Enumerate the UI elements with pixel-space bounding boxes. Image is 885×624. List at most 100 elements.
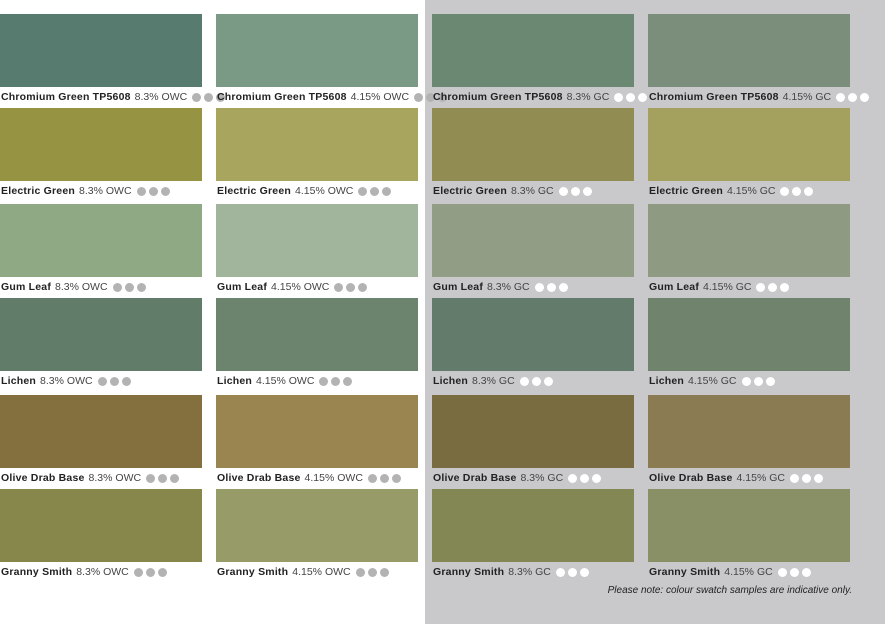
swatch-label: Olive Drab Base 8.3% OWC bbox=[1, 472, 182, 485]
dot-icon bbox=[109, 377, 119, 386]
colour-swatch bbox=[0, 395, 202, 468]
swatch-label: Olive Drab Base 4.15% OWC bbox=[217, 472, 404, 485]
colour-swatch bbox=[216, 395, 418, 468]
dot-icon bbox=[558, 187, 568, 196]
swatch-card: Olive Drab Base 8.3% GC bbox=[432, 395, 634, 484]
dot-icon bbox=[780, 283, 790, 292]
swatch-card: Electric Green 8.3% GC bbox=[432, 108, 634, 197]
rating-dots-icon bbox=[534, 283, 571, 292]
swatch-card: Lichen 8.3% OWC bbox=[0, 298, 202, 387]
dot-icon bbox=[334, 283, 344, 292]
colour-swatch bbox=[0, 204, 202, 277]
colour-swatch bbox=[432, 14, 634, 87]
rating-dots-icon bbox=[319, 377, 355, 386]
dot-icon bbox=[391, 474, 401, 483]
swatch-card: Gum Leaf 8.3% OWC bbox=[0, 204, 202, 293]
dot-icon bbox=[367, 568, 377, 577]
dot-icon bbox=[121, 377, 131, 386]
swatch-card: Granny Smith 4.15% GC bbox=[648, 489, 850, 578]
dot-icon bbox=[112, 283, 122, 292]
colour-swatch bbox=[432, 395, 634, 468]
dot-icon bbox=[780, 187, 790, 196]
dot-icon bbox=[382, 187, 392, 196]
colour-swatch bbox=[216, 298, 418, 371]
swatch-card: Granny Smith 8.3% GC bbox=[432, 489, 634, 578]
dot-icon bbox=[346, 283, 356, 292]
dot-icon bbox=[546, 283, 556, 292]
swatch-label: Gum Leaf 8.3% OWC bbox=[1, 281, 149, 294]
swatch-card: Gum Leaf 4.15% GC bbox=[648, 204, 850, 293]
dot-icon bbox=[379, 568, 389, 577]
rating-dots-icon bbox=[136, 187, 173, 196]
swatch-spec: 8.3% GC bbox=[472, 375, 515, 387]
swatch-spec: 4.15% OWC bbox=[304, 472, 363, 484]
swatch-name: Granny Smith bbox=[1, 566, 73, 578]
rating-dots-icon bbox=[836, 93, 872, 102]
dot-icon bbox=[568, 474, 578, 483]
swatch-spec: 8.3% GC bbox=[520, 472, 564, 484]
colour-swatch bbox=[432, 489, 634, 562]
dot-icon bbox=[580, 474, 590, 483]
colour-swatch bbox=[0, 14, 202, 87]
dot-icon bbox=[331, 377, 341, 386]
swatch-spec: 4.15% OWC bbox=[350, 91, 410, 103]
swatch-label: Lichen 4.15% GC bbox=[649, 375, 778, 388]
dot-icon bbox=[814, 474, 823, 483]
swatch-label: Granny Smith 8.3% GC bbox=[433, 566, 592, 579]
swatch-label: Electric Green 4.15% OWC bbox=[217, 185, 394, 198]
rating-dots-icon bbox=[355, 568, 392, 577]
dot-icon bbox=[777, 568, 787, 577]
dot-icon bbox=[626, 93, 636, 102]
swatch-name: Electric Green bbox=[433, 185, 508, 197]
swatch-spec: 4.15% OWC bbox=[256, 375, 315, 387]
dot-icon bbox=[582, 187, 592, 196]
swatch-label: Electric Green 8.3% OWC bbox=[1, 185, 173, 198]
swatch-name: Electric Green bbox=[1, 185, 76, 197]
swatch-name: Electric Green bbox=[649, 185, 724, 197]
swatch-label: Chromium Green TP5608 8.3% GC bbox=[433, 91, 650, 104]
dot-icon bbox=[570, 187, 580, 196]
colour-swatch bbox=[216, 108, 418, 181]
rating-dots-icon bbox=[334, 283, 370, 292]
swatch-card: Gum Leaf 8.3% GC bbox=[432, 204, 634, 293]
dot-icon bbox=[519, 377, 529, 386]
swatch-label: Olive Drab Base 4.15% GC bbox=[649, 472, 826, 485]
colour-swatch bbox=[0, 489, 202, 562]
swatch-card: Electric Green 4.15% OWC bbox=[216, 108, 418, 197]
dot-icon bbox=[170, 474, 180, 483]
swatch-name: Olive Drab Base bbox=[1, 472, 85, 484]
swatch-spec: 4.15% OWC bbox=[292, 566, 351, 578]
dot-icon bbox=[192, 93, 202, 102]
dot-icon bbox=[543, 377, 553, 386]
swatch-spec: 8.3% OWC bbox=[55, 281, 108, 293]
colour-swatch bbox=[432, 204, 634, 277]
rating-dots-icon bbox=[568, 474, 604, 483]
swatch-spec: 4.15% GC bbox=[703, 281, 752, 293]
dot-icon bbox=[414, 93, 424, 102]
dot-icon bbox=[97, 377, 107, 386]
dot-icon bbox=[614, 93, 624, 102]
dot-icon bbox=[358, 187, 368, 196]
swatch-name: Electric Green bbox=[217, 185, 292, 197]
dot-icon bbox=[370, 187, 380, 196]
swatch-spec: 4.15% GC bbox=[736, 472, 785, 484]
swatch-label: Lichen 8.3% GC bbox=[433, 375, 556, 388]
dot-icon bbox=[204, 93, 214, 102]
colour-swatch bbox=[648, 395, 850, 468]
swatch-spec: 8.3% GC bbox=[566, 91, 610, 103]
swatch-spec: 4.15% OWC bbox=[295, 185, 354, 197]
swatch-spec: 8.3% GC bbox=[511, 185, 554, 197]
dot-icon bbox=[367, 474, 377, 483]
colour-swatch bbox=[648, 14, 850, 87]
swatch-name: Chromium Green TP5608 bbox=[217, 91, 347, 103]
swatch-card: Chromium Green TP5608 4.15% GC bbox=[648, 14, 870, 103]
swatch-card: Granny Smith 8.3% OWC bbox=[0, 489, 202, 578]
dot-icon bbox=[160, 187, 170, 196]
rating-dots-icon bbox=[777, 568, 814, 577]
swatch-spec: 8.3% OWC bbox=[134, 91, 188, 103]
swatch-name: Chromium Green TP5608 bbox=[1, 91, 131, 103]
swatch-card: Electric Green 8.3% OWC bbox=[0, 108, 202, 197]
swatch-card: Chromium Green TP5608 8.3% OWC bbox=[0, 14, 226, 103]
dot-icon bbox=[133, 568, 143, 577]
colour-swatch bbox=[216, 14, 418, 87]
